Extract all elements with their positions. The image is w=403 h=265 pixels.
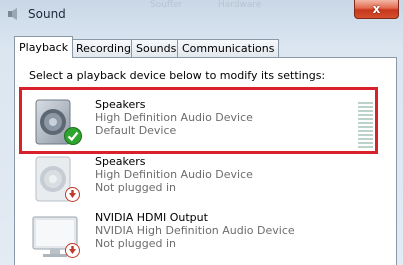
unplugged-down-arrow-icon <box>65 187 80 202</box>
playback-panel: Select a playback device below to modify… <box>14 57 397 265</box>
device-driver: High Definition Audio Device <box>95 111 253 124</box>
device-status: Not plugged in <box>95 181 177 194</box>
device-list[interactable]: Speakers High Definition Audio Device De… <box>15 89 396 265</box>
title-bar: Sound Souffer Hardware x <box>0 0 403 30</box>
device-name: NVIDIA HDMI Output <box>95 211 208 224</box>
tab-recording[interactable]: Recording <box>71 39 137 57</box>
check-badge-icon <box>64 127 82 145</box>
device-item-nvidia-hdmi[interactable]: NVIDIA HDMI Output NVIDIA High Definitio… <box>15 207 396 265</box>
tab-playback[interactable]: Playback <box>14 36 74 58</box>
window-title: Sound <box>28 7 66 21</box>
device-status: Not plugged in <box>95 237 177 250</box>
tab-communications[interactable]: Communications <box>177 39 280 57</box>
close-button[interactable]: x <box>354 0 399 19</box>
volume-level-meter <box>358 102 373 150</box>
device-status: Default Device <box>95 124 177 137</box>
device-text: NVIDIA HDMI Output NVIDIA High Definitio… <box>95 211 295 250</box>
device-text: Speakers High Definition Audio Device No… <box>95 155 253 194</box>
device-name: Speakers <box>95 155 146 168</box>
device-name: Speakers <box>95 98 146 111</box>
instruction-text: Select a playback device below to modify… <box>29 69 326 82</box>
device-item-speakers-unplugged[interactable]: Speakers High Definition Audio Device No… <box>15 151 396 209</box>
speaker-app-icon <box>8 8 17 20</box>
device-item-speakers-default[interactable]: Speakers High Definition Audio Device De… <box>15 94 396 152</box>
tab-sounds[interactable]: Sounds <box>131 39 182 57</box>
background-fragment: Souffer <box>150 0 183 10</box>
background-fragment: Hardware <box>218 0 262 10</box>
device-text: Speakers High Definition Audio Device De… <box>95 98 253 137</box>
device-driver: NVIDIA High Definition Audio Device <box>95 224 295 237</box>
close-icon: x <box>372 2 381 16</box>
device-driver: High Definition Audio Device <box>95 168 253 181</box>
unplugged-down-arrow-icon <box>65 243 80 258</box>
